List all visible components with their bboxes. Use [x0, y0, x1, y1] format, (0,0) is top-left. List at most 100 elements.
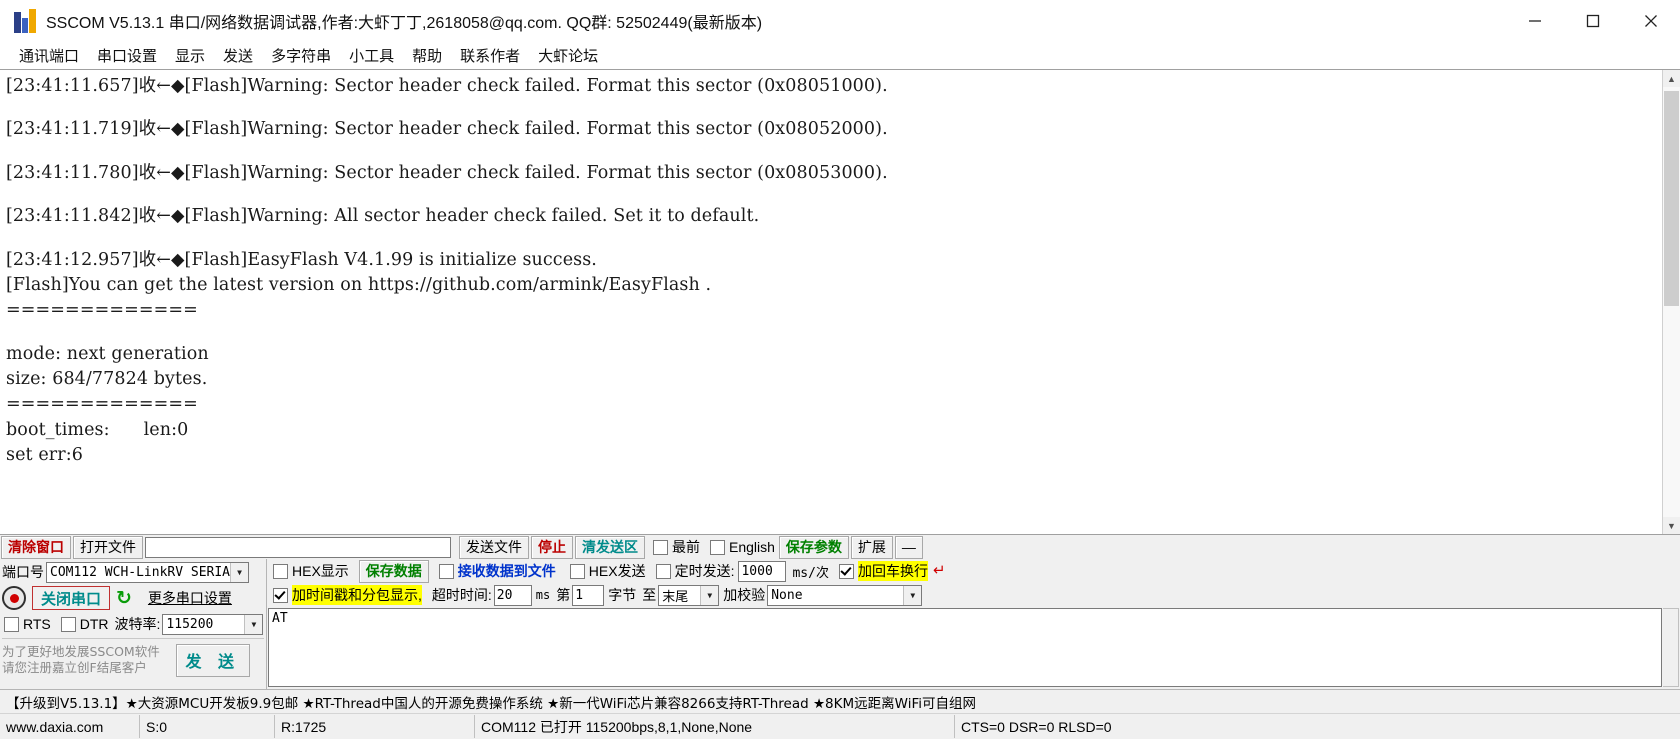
extend-button[interactable]: 扩展	[850, 535, 893, 559]
sscom-window: SSCOM V5.13.1 串口/网络数据调试器,作者:大虾丁丁,2618058…	[0, 0, 1680, 739]
topmost-checkbox[interactable]: 最前	[653, 537, 700, 557]
file-path-input[interactable]	[145, 536, 451, 558]
scroll-up-icon[interactable]: ▲	[1663, 70, 1680, 87]
chevron-down-icon[interactable]: ▼	[903, 585, 922, 605]
receive-line-15: boot_times: len:0	[6, 419, 189, 440]
hex-display-checkbox[interactable]: HEX显示	[273, 561, 349, 581]
chevron-down-icon[interactable]: ▼	[244, 614, 263, 634]
byte-from-input[interactable]: 1	[572, 584, 605, 606]
receive-scrollbar[interactable]: ▲ ▼	[1662, 70, 1680, 534]
byte-to-select[interactable]: 末尾 ▼	[658, 584, 720, 606]
rts-checkbox[interactable]: RTS	[4, 616, 51, 632]
hex-display-label: HEX显示	[292, 563, 349, 579]
crlf-marker-icon: ↵	[932, 562, 946, 579]
menu-item-display[interactable]: 显示	[166, 43, 214, 68]
close-button[interactable]	[1622, 0, 1680, 42]
baud-select-value: 115200	[166, 616, 214, 632]
menu-item-comm-port[interactable]: 通讯端口	[10, 43, 88, 68]
chevron-down-icon[interactable]: ▼	[230, 562, 248, 582]
timeout-input[interactable]: 20	[493, 584, 532, 606]
save-params-button[interactable]: 保存参数	[778, 535, 849, 559]
recv-to-file-checkbox[interactable]: 接收数据到文件	[438, 561, 556, 581]
dtr-label: DTR	[79, 616, 109, 632]
add-crlf-checkbox-box[interactable]	[838, 563, 854, 579]
flow-control-row: RTS DTR 波特率: 115200 ▼	[2, 612, 264, 636]
interval-input[interactable]: 1000	[738, 560, 787, 582]
refresh-icon[interactable]: ↻	[116, 589, 132, 608]
timed-send-checkbox[interactable]: 定时发送:	[655, 561, 735, 581]
receive-line-4: [23:41:11.780]收←◆[Flash]Warning: Sector …	[6, 162, 888, 183]
collapse-button[interactable]: —	[894, 535, 923, 559]
dtr-checkbox[interactable]: DTR	[60, 616, 109, 632]
minimize-button[interactable]	[1506, 0, 1564, 42]
menu-item-help[interactable]: 帮助	[403, 43, 451, 68]
promo-line-1: 为了更好地发展SSCOM软件	[2, 644, 160, 660]
menu-item-serial-settings[interactable]: 串口设置	[88, 43, 166, 68]
status-site[interactable]: www.daxia.com	[0, 715, 140, 738]
control-panel: 端口号 COM112 WCH-LinkRV SERIAL ▼ 关闭串口 ↻ 更多…	[0, 559, 1680, 689]
port-select[interactable]: COM112 WCH-LinkRV SERIAL ▼	[46, 561, 249, 583]
port-row: 端口号 COM112 WCH-LinkRV SERIAL ▼	[2, 560, 264, 584]
window-title: SSCOM V5.13.1 串口/网络数据调试器,作者:大虾丁丁,2618058…	[46, 15, 763, 32]
menu-item-multi-string[interactable]: 多字符串	[262, 43, 340, 68]
byte-from-label: 第	[556, 587, 571, 603]
timestamp-label: 加时间戳和分包显示,	[292, 585, 422, 605]
menu-item-send[interactable]: 发送	[214, 43, 262, 68]
promo-bar[interactable]: 【升级到V5.13.1】★大资源MCU开发板9.9包邮 ★RT-Thread中国…	[0, 689, 1680, 713]
port-toggle-indicator[interactable]	[2, 586, 26, 610]
receive-area: [23:41:11.657]收←◆[Flash]Warning: Sector …	[0, 69, 1680, 535]
scrollbar-thumb[interactable]	[1664, 91, 1679, 306]
receive-line-13: size: 684/77824 bytes.	[6, 369, 208, 389]
menu-item-forum[interactable]: 大虾论坛	[529, 43, 607, 68]
timestamp-checkbox-box[interactable]	[273, 587, 288, 603]
baud-select[interactable]: 115200 ▼	[162, 613, 264, 635]
send-button[interactable]: 发 送	[175, 643, 250, 677]
app-logo-icon	[14, 9, 36, 33]
receive-line-11	[6, 324, 1660, 342]
rts-checkbox-box[interactable]	[4, 616, 19, 632]
send-file-button[interactable]: 发送文件	[459, 535, 529, 559]
close-port-button[interactable]: 关闭串口	[32, 586, 111, 610]
scrollbar-track[interactable]	[1663, 87, 1680, 517]
more-serial-settings-button[interactable]: 更多串口设置	[148, 588, 232, 608]
baud-label: 波特率:	[114, 616, 161, 632]
menu-item-contact-author[interactable]: 联系作者	[451, 43, 529, 68]
hex-display-checkbox-box[interactable]	[273, 563, 288, 579]
open-file-button[interactable]: 打开文件	[73, 535, 143, 559]
recv-to-file-checkbox-box[interactable]	[438, 563, 454, 579]
receive-line-10: =============	[6, 300, 198, 321]
byte-unit-label: 字节	[608, 587, 637, 603]
status-sent-count: S:0	[140, 715, 275, 738]
receive-text[interactable]: [23:41:11.657]收←◆[Flash]Warning: Sector …	[0, 70, 1662, 534]
timed-send-label: 定时发送:	[674, 563, 735, 579]
topmost-label: 最前	[672, 539, 700, 555]
timed-send-checkbox-box[interactable]	[655, 563, 671, 579]
checksum-select[interactable]: None ▼	[767, 584, 923, 606]
send-input[interactable]: AT	[268, 608, 1662, 687]
options-row-2: 加时间戳和分包显示, 超时时间: 20 ms 第 1 字节 至 末尾 ▼ 加校验…	[267, 583, 1680, 607]
hex-send-label: HEX发送	[588, 563, 646, 579]
chevron-down-icon[interactable]: ▼	[700, 585, 719, 605]
promo-text: 为了更好地发展SSCOM软件 请您注册嘉立创F结尾客户	[2, 644, 160, 675]
maximize-button[interactable]	[1564, 0, 1622, 42]
stop-button[interactable]: 停止	[531, 535, 573, 559]
hex-send-checkbox-box[interactable]	[569, 563, 585, 579]
dtr-checkbox-box[interactable]	[60, 616, 76, 632]
english-checkbox-box[interactable]	[710, 539, 725, 555]
add-crlf-checkbox[interactable]: 加回车换行	[838, 561, 928, 581]
scroll-down-icon[interactable]: ▼	[1663, 517, 1680, 534]
clear-send-area-button[interactable]: 清发送区	[575, 535, 645, 559]
topmost-checkbox-box[interactable]	[653, 539, 668, 555]
timestamp-checkbox[interactable]: 加时间戳和分包显示,	[273, 585, 422, 605]
hex-send-checkbox[interactable]: HEX发送	[569, 561, 646, 581]
english-checkbox[interactable]: English	[710, 539, 775, 555]
receive-line-3	[6, 143, 1660, 161]
title-bar: SSCOM V5.13.1 串口/网络数据调试器,作者:大虾丁丁,2618058…	[0, 0, 1680, 42]
clear-window-button[interactable]: 清除窗口	[1, 535, 71, 559]
menu-item-tools[interactable]: 小工具	[340, 43, 403, 68]
status-received-count: R:1725	[275, 715, 475, 738]
send-scrollbar[interactable]	[1663, 608, 1679, 687]
save-data-button[interactable]: 保存数据	[358, 559, 429, 583]
receive-line-5	[6, 186, 1660, 204]
menu-bar: 通讯端口 串口设置 显示 发送 多字符串 小工具 帮助 联系作者 大虾论坛	[0, 42, 1680, 69]
